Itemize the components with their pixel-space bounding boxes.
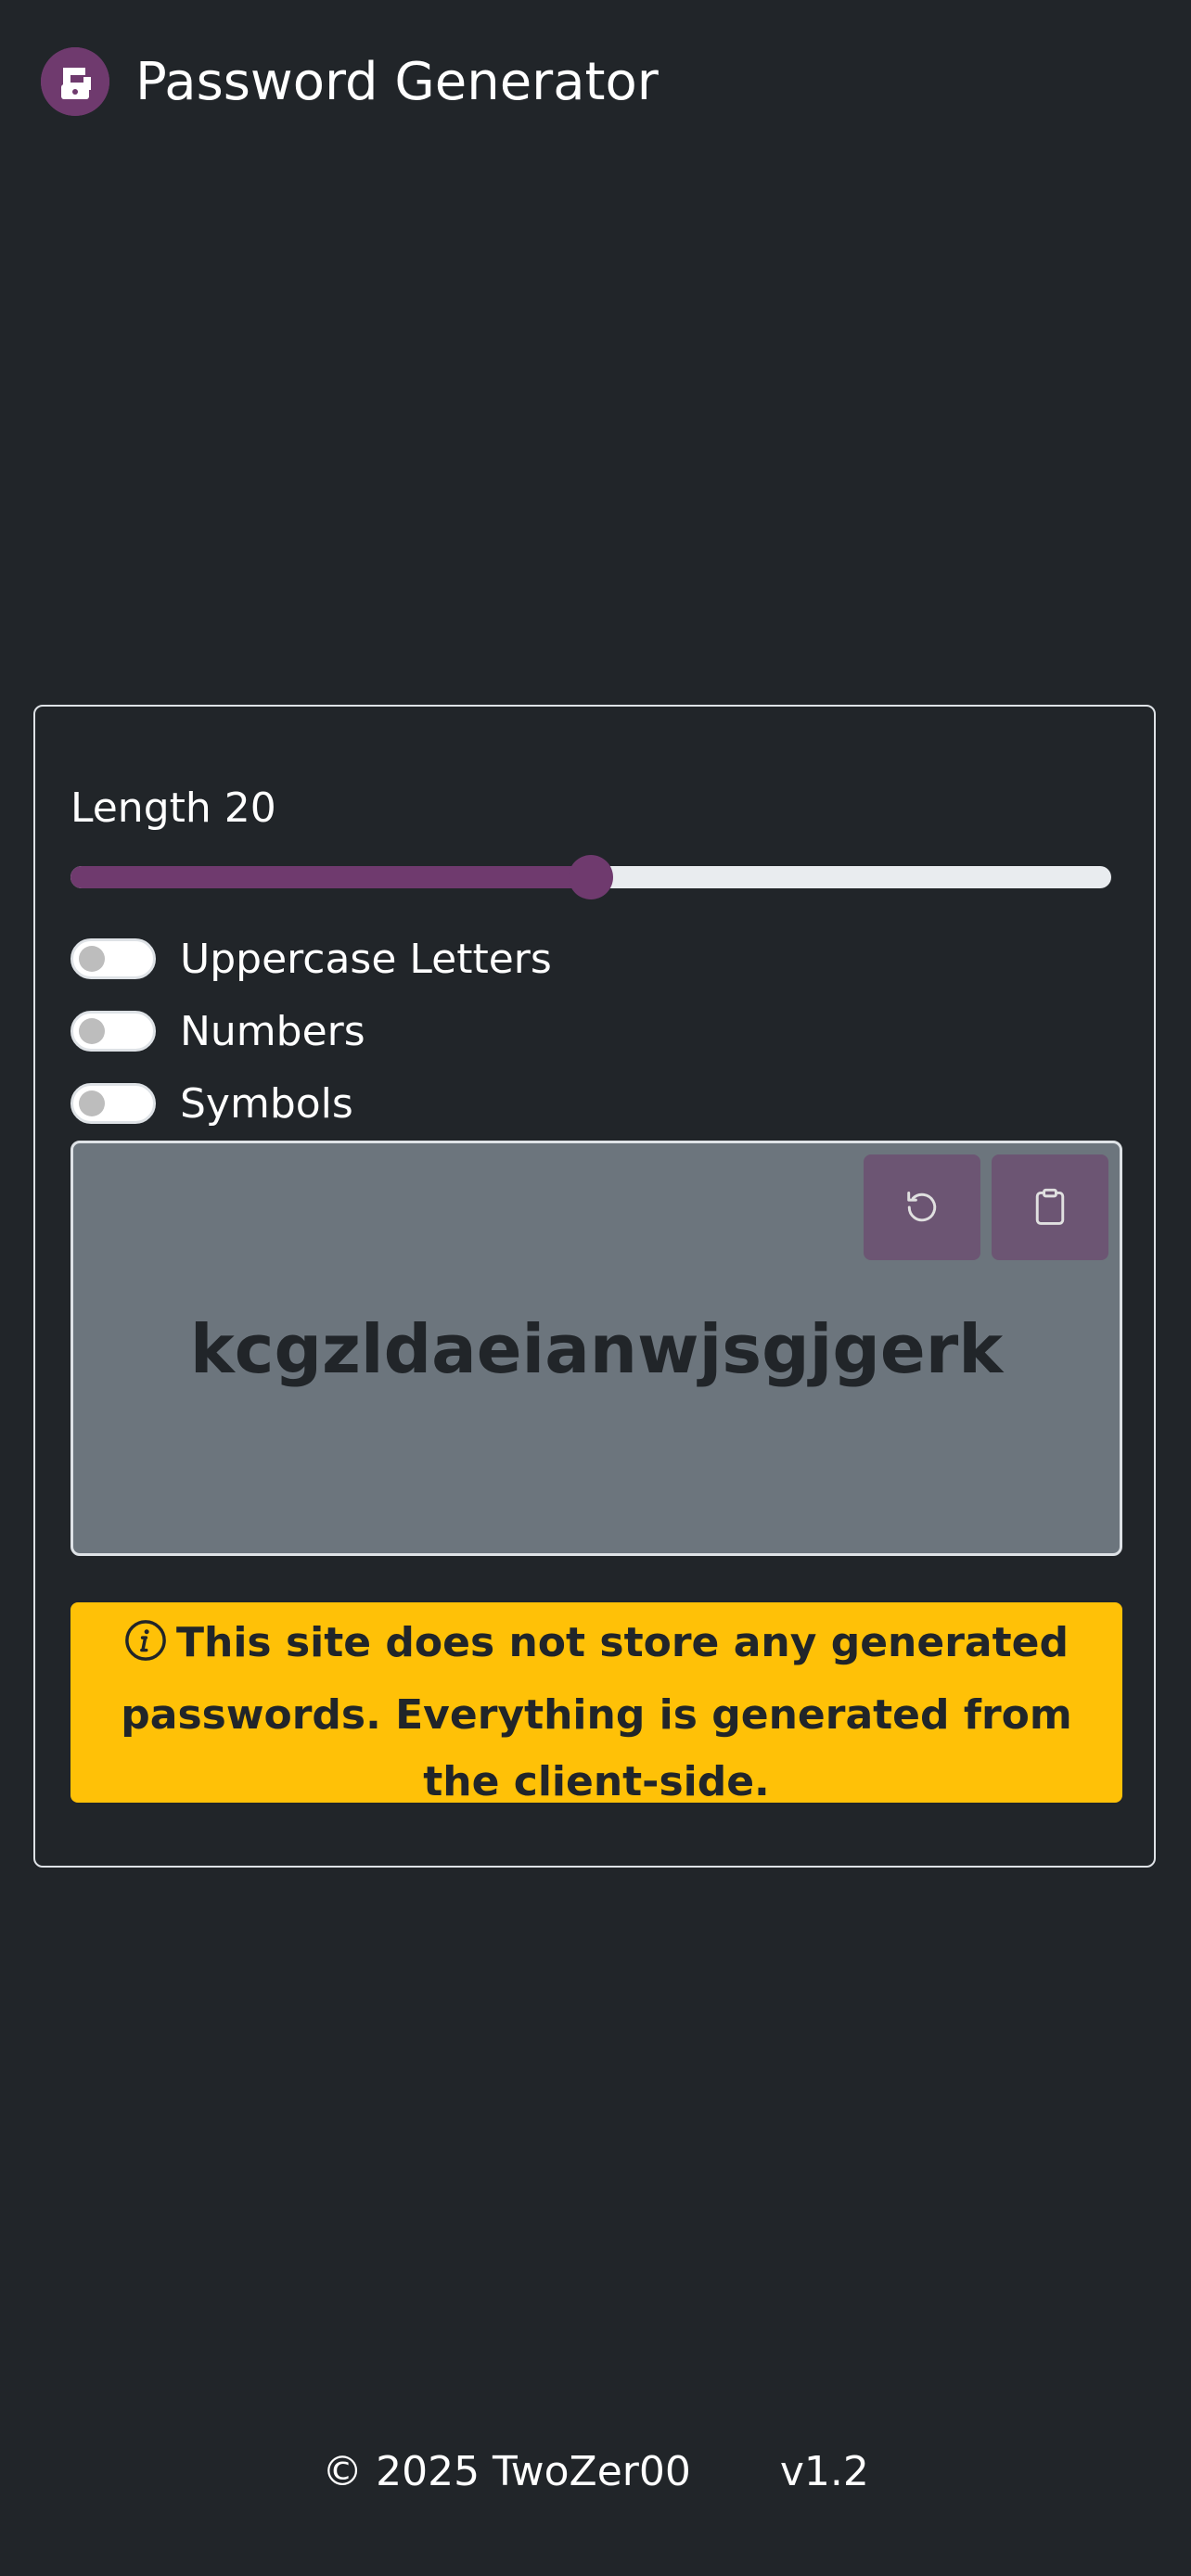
app-header: Password Generator — [41, 41, 659, 122]
clipboard-icon — [1035, 1188, 1065, 1225]
footer: © 2025 TwoZer00 v1.2 — [0, 2448, 1191, 2495]
length-value: 20 — [224, 784, 276, 832]
toggle-knob — [79, 1090, 105, 1116]
regenerate-button[interactable] — [864, 1154, 980, 1260]
option-symbols[interactable]: Symbols — [70, 1078, 353, 1129]
numbers-label: Numbers — [180, 1007, 365, 1055]
length-slider[interactable] — [70, 855, 1111, 899]
symbols-label: Symbols — [180, 1079, 353, 1128]
symbols-toggle[interactable] — [70, 1083, 156, 1124]
option-numbers[interactable]: Numbers — [70, 1005, 365, 1057]
slider-thumb[interactable] — [569, 855, 613, 899]
toggle-knob — [79, 946, 105, 972]
logo-icon — [41, 47, 109, 116]
uppercase-toggle[interactable] — [70, 938, 156, 979]
password-display: kcgzldaeianwjsgjgerk — [70, 1141, 1122, 1556]
notice-text: This site does not store any generated p… — [121, 1619, 1072, 1805]
privacy-notice: This site does not store any generated p… — [70, 1602, 1122, 1805]
toggle-knob — [79, 1018, 105, 1044]
generator-card: Length 20 Uppercase Letters Numbers Symb… — [33, 705, 1156, 1868]
numbers-toggle[interactable] — [70, 1011, 156, 1052]
length-label: Length 20 — [70, 784, 276, 832]
generated-password: kcgzldaeianwjsgjgerk — [189, 1310, 1004, 1388]
refresh-icon — [907, 1191, 937, 1222]
option-uppercase[interactable]: Uppercase Letters — [70, 933, 552, 985]
copyright-text: © 2025 TwoZer00 — [322, 2448, 691, 2495]
uppercase-label: Uppercase Letters — [180, 935, 552, 983]
length-label-text: Length — [70, 784, 211, 832]
copy-button[interactable] — [992, 1154, 1108, 1260]
version-text: v1.2 — [779, 2448, 869, 2495]
page-title: Password Generator — [135, 51, 659, 112]
info-icon — [124, 1615, 167, 1682]
slider-fill — [70, 866, 591, 888]
